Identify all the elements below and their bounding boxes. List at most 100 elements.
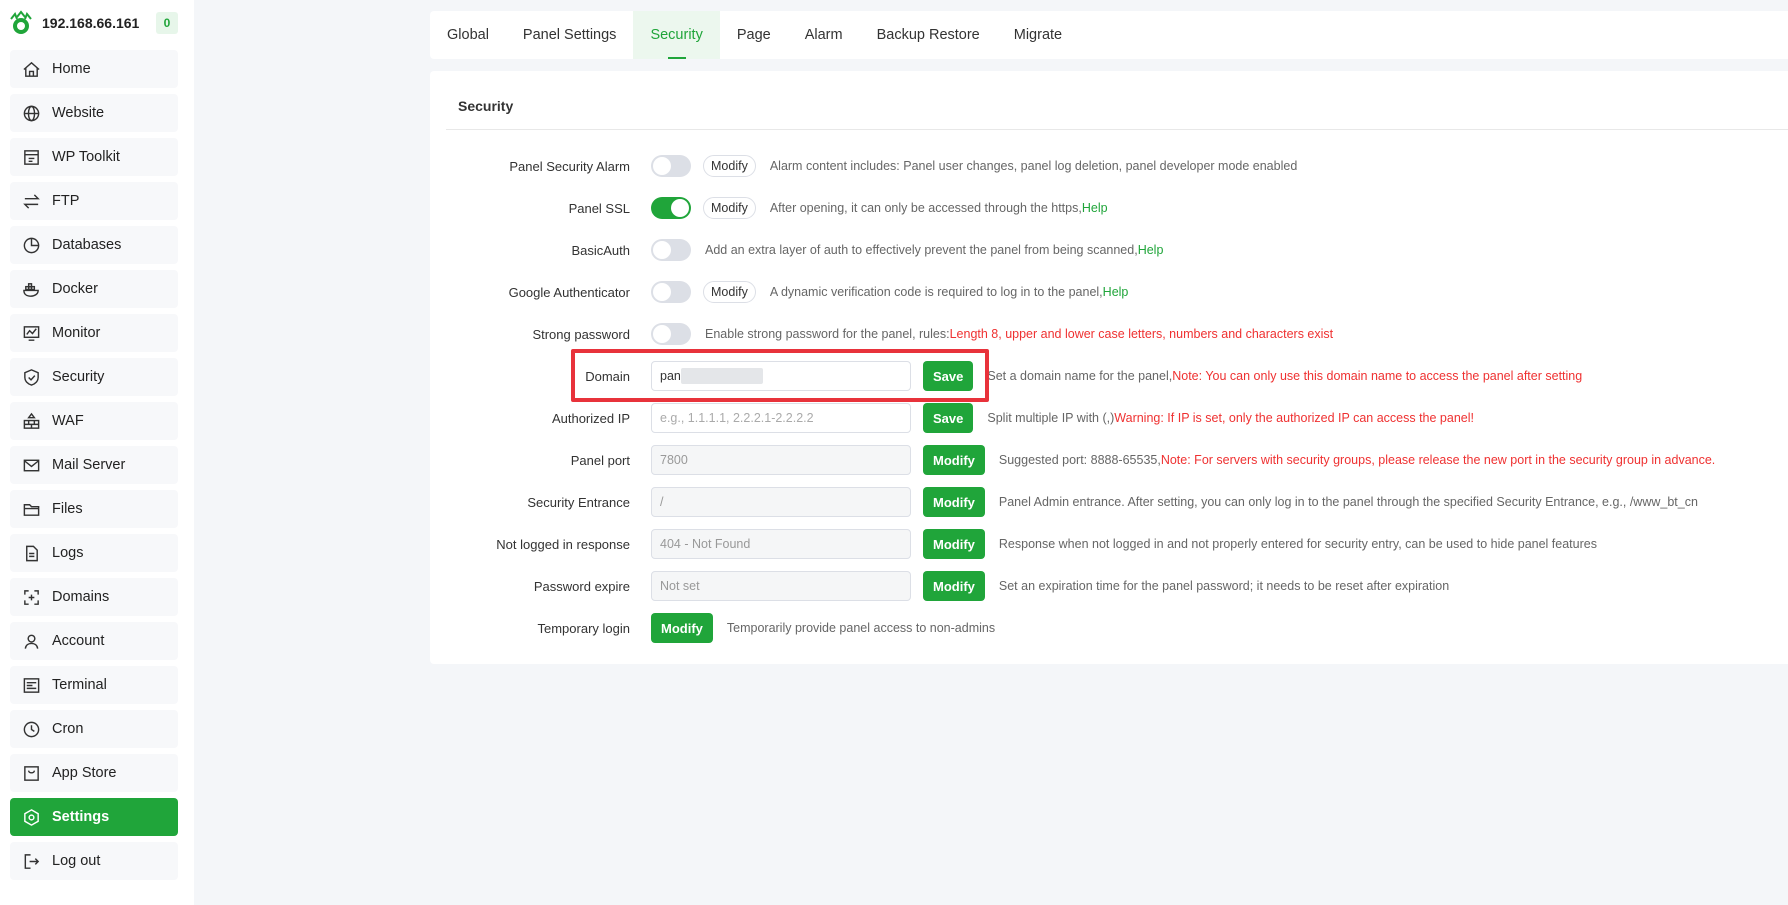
row-basic-auth: BasicAuth Add an extra layer of auth to … [430, 235, 1788, 265]
row-domain: Domain Save Set a domain name for the pa… [430, 361, 1788, 391]
sidebar-item-website[interactable]: Website [10, 94, 178, 132]
sidebar-nav: Home Website WP Toolkit FTP Databases Do… [10, 50, 178, 886]
sidebar-item-security[interactable]: Security [10, 358, 178, 396]
brand: 192.168.66.161 0 [8, 10, 178, 36]
database-icon [21, 235, 41, 255]
sidebar-item-home[interactable]: Home [10, 50, 178, 88]
security-entrance-input [651, 487, 911, 517]
password-expire-modify-button[interactable]: Modify [923, 571, 985, 601]
aapanel-logo-icon [10, 10, 32, 34]
sidebar-item-files[interactable]: Files [10, 490, 178, 528]
tab-security[interactable]: Security [633, 11, 720, 59]
authorized-ip-save-button[interactable]: Save [923, 403, 974, 433]
sidebar-item-label: Docker [52, 281, 98, 297]
sidebar-item-monitor[interactable]: Monitor [10, 314, 178, 352]
monitor-icon [21, 323, 41, 343]
strong-password-toggle[interactable] [651, 323, 691, 345]
password-expire-input [651, 571, 911, 601]
sidebar-item-ftp[interactable]: FTP [10, 182, 178, 220]
authorized-ip-input[interactable] [651, 403, 911, 433]
row-label: Panel SSL [568, 200, 630, 216]
sidebar-item-app-store[interactable]: App Store [10, 754, 178, 792]
domain-save-button[interactable]: Save [923, 361, 974, 391]
tab-page[interactable]: Page [720, 11, 788, 59]
sidebar-item-account[interactable]: Account [10, 622, 178, 660]
sidebar-item-logs[interactable]: Logs [10, 534, 178, 572]
tab-migrate[interactable]: Migrate [997, 11, 1079, 59]
sidebar-item-terminal[interactable]: Terminal [10, 666, 178, 704]
row-strong-password: Strong password Enable strong password f… [430, 319, 1788, 349]
sidebar-item-label: Cron [52, 721, 84, 737]
sidebar-item-databases[interactable]: Databases [10, 226, 178, 264]
security-alarm-modify-button[interactable]: Modify [703, 155, 756, 177]
settings-icon [21, 807, 41, 827]
panel-port-input [651, 445, 911, 475]
logout-icon [21, 851, 41, 871]
sidebar-item-mail-server[interactable]: Mail Server [10, 446, 178, 484]
row-panel-port: Panel port Modify Suggested port: 8888-6… [430, 445, 1788, 475]
sidebar-item-wp-toolkit[interactable]: WP Toolkit [10, 138, 178, 176]
help-link[interactable]: Help [1082, 201, 1108, 215]
security-entrance-modify-button[interactable]: Modify [923, 487, 985, 517]
folder-icon [21, 499, 41, 519]
row-label: Domain [585, 368, 630, 384]
tab-panel-settings[interactable]: Panel Settings [506, 11, 634, 59]
row-label: Panel Security Alarm [509, 158, 630, 174]
user-icon [21, 631, 41, 651]
row-security-entrance: Security Entrance Modify Panel Admin ent… [430, 487, 1788, 517]
panel-divider [446, 129, 1788, 130]
help-link[interactable]: Help [1103, 285, 1129, 299]
desc-text: Add an extra layer of auth to effectivel… [705, 243, 1138, 257]
not-logged-response-input [651, 529, 911, 559]
warning-text: Length 8, upper and lower case letters, … [949, 327, 1334, 341]
not-logged-modify-button[interactable]: Modify [923, 529, 985, 559]
sidebar-item-label: Terminal [52, 677, 107, 693]
sidebar-item-label: Files [52, 501, 83, 517]
panel-ssl-toggle[interactable] [651, 197, 691, 219]
sidebar-item-cron[interactable]: Cron [10, 710, 178, 748]
temporary-login-modify-button[interactable]: Modify [651, 613, 713, 643]
row-password-expire: Password expire Modify Set an expiration… [430, 571, 1788, 601]
sidebar-item-label: FTP [52, 193, 80, 209]
tab-global[interactable]: Global [430, 11, 506, 59]
sidebar-item-label: App Store [52, 765, 117, 781]
help-link[interactable]: Help [1138, 243, 1164, 257]
desc-text: Enable strong password for the panel, ru… [705, 327, 950, 341]
row-description: Set an expiration time for the panel pas… [998, 579, 1450, 593]
redacted-text [681, 368, 763, 384]
row-description: Response when not logged in and not prop… [998, 537, 1597, 551]
google-auth-toggle[interactable] [651, 281, 691, 303]
sidebar-item-label: Logs [52, 545, 84, 561]
mail-icon [21, 455, 41, 475]
log-icon [21, 543, 41, 563]
row-security-alarm: Panel Security Alarm Modify Alarm conten… [430, 151, 1788, 181]
sidebar-item-logout[interactable]: Log out [10, 842, 178, 880]
desc-text: Split multiple IP with (,) [987, 411, 1115, 425]
panel-ssl-modify-button[interactable]: Modify [703, 197, 756, 219]
panel-port-modify-button[interactable]: Modify [923, 445, 985, 475]
clock-icon [21, 719, 41, 739]
row-label: Security Entrance [527, 494, 630, 510]
google-auth-modify-button[interactable]: Modify [703, 281, 756, 303]
tab-backup-restore[interactable]: Backup Restore [860, 11, 997, 59]
row-panel-ssl: Panel SSL Modify After opening, it can o… [430, 193, 1788, 223]
sidebar-item-domains[interactable]: Domains [10, 578, 178, 616]
security-alarm-toggle[interactable] [651, 155, 691, 177]
row-label: Panel port [570, 452, 630, 468]
row-authorized-ip: Authorized IP Save Split multiple IP wit… [430, 403, 1788, 433]
desc-text: After opening, it can only be accessed t… [769, 201, 1082, 215]
row-label: BasicAuth [571, 242, 630, 258]
shield-icon [21, 367, 41, 387]
globe-icon [21, 103, 41, 123]
sidebar-item-label: Security [52, 369, 105, 385]
panel-title: Security [458, 98, 514, 114]
basic-auth-toggle[interactable] [651, 239, 691, 261]
sidebar-item-settings[interactable]: Settings [10, 798, 178, 836]
sidebar-item-label: Mail Server [52, 457, 126, 473]
tab-alarm[interactable]: Alarm [788, 11, 860, 59]
toolkit-icon [21, 147, 41, 167]
desc-text: A dynamic verification code is required … [769, 285, 1103, 299]
sidebar-item-waf[interactable]: WAF [10, 402, 178, 440]
notification-badge[interactable]: 0 [156, 12, 178, 34]
sidebar-item-docker[interactable]: Docker [10, 270, 178, 308]
